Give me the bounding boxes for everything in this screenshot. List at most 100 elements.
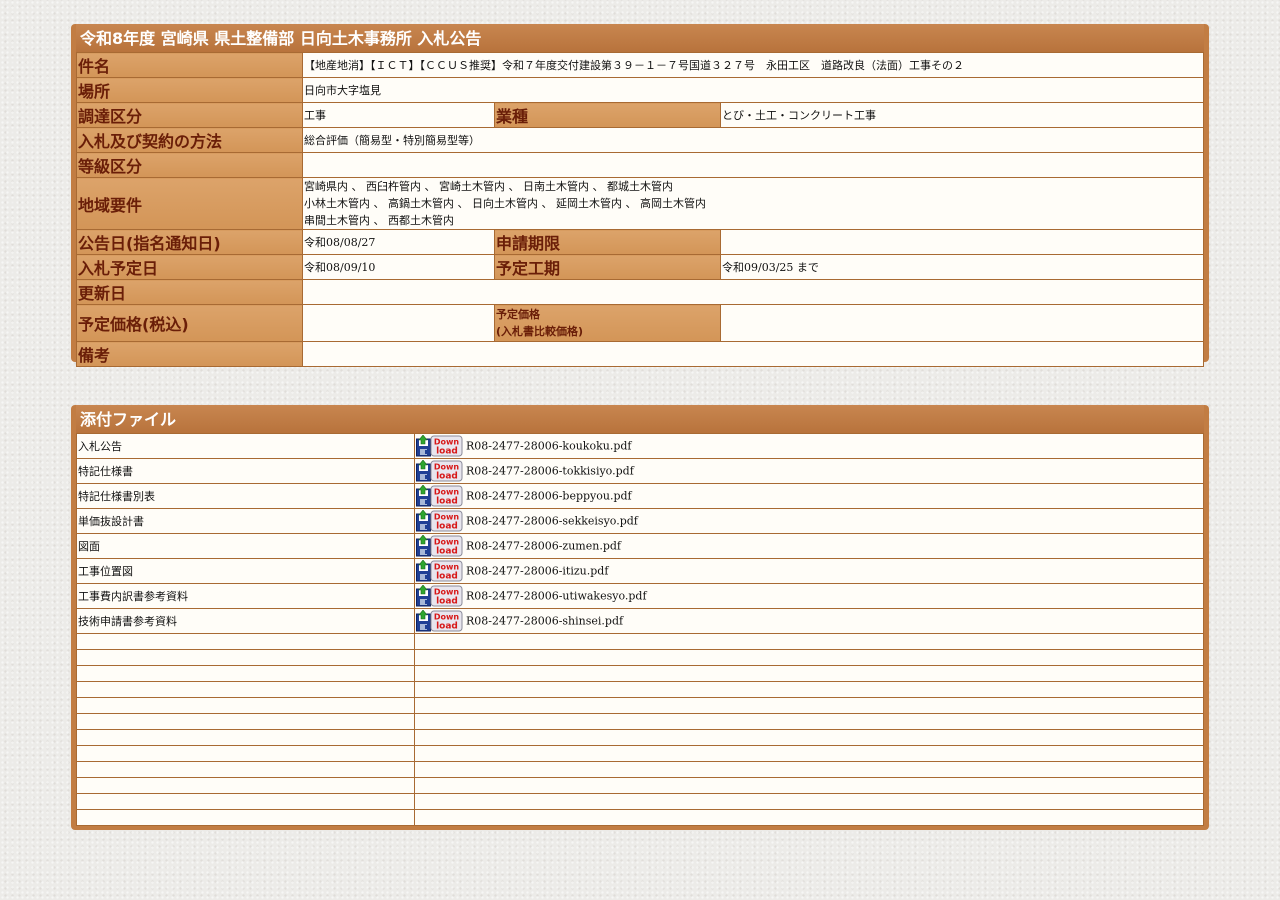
- label-construction-period: 予定工期: [494, 254, 721, 280]
- download-icon[interactable]: Down load: [416, 510, 463, 532]
- bid-notice-title: 令和8年度 宮崎県 県土整備部 日向土木事務所 入札公告: [76, 24, 1204, 52]
- attachment-row: 工事費内訳書参考資料 Down load R08-2477-28006-utiw…: [76, 583, 1204, 609]
- empty-attachment-row: [76, 697, 1204, 714]
- value-remarks: [302, 341, 1204, 367]
- download-icon-label-top: Down: [434, 588, 460, 597]
- download-icon-label-top: Down: [434, 488, 460, 497]
- empty-cell: [76, 697, 415, 714]
- attachment-description: 単価抜設計書: [76, 508, 415, 534]
- label-application-deadline: 申請期限: [494, 229, 721, 255]
- attachment-file-cell: Down load R08-2477-28006-tokkisiyo.pdf: [414, 458, 1204, 484]
- value-grade: [302, 152, 1204, 178]
- label-estimated-price-compare-line-1: 予定価格: [496, 308, 540, 321]
- value-category: 工事: [302, 102, 495, 128]
- attachment-file-cell: Down load R08-2477-28006-utiwakesyo.pdf: [414, 583, 1204, 609]
- attachment-file-link[interactable]: R08-2477-28006-itizu.pdf: [466, 565, 608, 578]
- attachment-file-link[interactable]: R08-2477-28006-shinsei.pdf: [466, 615, 623, 628]
- attachment-file-link[interactable]: R08-2477-28006-beppyou.pdf: [466, 490, 632, 503]
- label-grade: 等級区分: [76, 152, 303, 178]
- attachments-title: 添付ファイル: [76, 405, 1204, 433]
- row-name: 件名 【地産地消】【ＩＣＴ】【ＣＣＵＳ推奨】令和７年度交付建設第３９－１－７号国…: [76, 52, 1204, 78]
- download-icon[interactable]: Down load: [416, 585, 463, 607]
- attachments-table: 入札公告 Down load R08-2477-28006-koukoku.pd…: [76, 433, 1204, 826]
- empty-cell: [76, 777, 415, 794]
- download-icon-label-bottom: load: [436, 522, 458, 532]
- empty-cell: [76, 761, 415, 778]
- bid-notice-panel: 令和8年度 宮崎県 県土整備部 日向土木事務所 入札公告 件名 【地産地消】【Ｉ…: [71, 24, 1209, 367]
- empty-cell: [414, 649, 1204, 666]
- attachment-file-cell: Down load R08-2477-28006-sekkeisyo.pdf: [414, 508, 1204, 534]
- empty-cell: [76, 793, 415, 810]
- label-industry: 業種: [494, 102, 721, 128]
- attachment-file-link[interactable]: R08-2477-28006-utiwakesyo.pdf: [466, 590, 647, 603]
- attachment-file-cell: Down load R08-2477-28006-itizu.pdf: [414, 558, 1204, 584]
- download-icon[interactable]: Down load: [416, 460, 463, 482]
- download-icon[interactable]: Down load: [416, 435, 463, 457]
- download-icon-label-bottom: load: [436, 572, 458, 582]
- row-bid-date: 入札予定日 令和08/09/10 予定工期 令和09/03/25 まで: [76, 254, 1204, 280]
- row-estimated-price: 予定価格(税込) 予定価格 (入札書比較価格): [76, 304, 1204, 342]
- download-icon[interactable]: Down load: [416, 560, 463, 582]
- attachment-file-link[interactable]: R08-2477-28006-koukoku.pdf: [466, 440, 631, 453]
- row-region: 地域要件 宮崎県内 、 西臼杵管内 、 宮崎土木管内 、 日南土木管内 、 都城…: [76, 177, 1204, 230]
- value-region: 宮崎県内 、 西臼杵管内 、 宮崎土木管内 、 日南土木管内 、 都城土木管内 …: [302, 177, 1204, 230]
- attachment-description: 特記仕様書: [76, 458, 415, 484]
- empty-cell: [414, 745, 1204, 762]
- empty-cell: [76, 713, 415, 730]
- label-location: 場所: [76, 77, 303, 103]
- attachment-row: 工事位置図 Down load R08-2477-28006-itizu.pdf: [76, 558, 1204, 584]
- value-application-deadline: [720, 229, 1204, 255]
- empty-cell: [414, 809, 1204, 826]
- attachment-description: 工事費内訳書参考資料: [76, 583, 415, 609]
- row-announce-date: 公告日(指名通知日) 令和08/08/27 申請期限: [76, 229, 1204, 255]
- label-estimated-price: 予定価格(税込): [76, 304, 303, 342]
- value-construction-period: 令和09/03/25 まで: [720, 254, 1204, 280]
- empty-attachment-row: [76, 729, 1204, 746]
- label-bid-date: 入札予定日: [76, 254, 303, 280]
- label-region: 地域要件: [76, 177, 303, 230]
- value-bid-date: 令和08/09/10: [302, 254, 495, 280]
- download-icon-label-bottom: load: [436, 447, 458, 457]
- download-icon-label-bottom: load: [436, 597, 458, 607]
- download-icon[interactable]: Down load: [416, 610, 463, 632]
- attachment-row: 入札公告 Down load R08-2477-28006-koukoku.pd…: [76, 433, 1204, 459]
- empty-attachment-row: [76, 649, 1204, 666]
- empty-cell: [414, 761, 1204, 778]
- empty-cell: [414, 681, 1204, 698]
- value-name: 【地産地消】【ＩＣＴ】【ＣＣＵＳ推奨】令和７年度交付建設第３９－１－７号国道３２…: [302, 52, 1204, 78]
- empty-cell: [76, 729, 415, 746]
- label-announce-date: 公告日(指名通知日): [76, 229, 303, 255]
- empty-cell: [76, 649, 415, 666]
- row-remarks: 備考: [76, 341, 1204, 367]
- attachment-row: 特記仕様書 Down load R08-2477-28006-tokkisiyo…: [76, 458, 1204, 484]
- download-icon[interactable]: Down load: [416, 485, 463, 507]
- attachment-row: 単価抜設計書 Down load R08-2477-28006-sekkeisy…: [76, 508, 1204, 534]
- download-icon-label-bottom: load: [436, 547, 458, 557]
- row-location: 場所 日向市大字塩見: [76, 77, 1204, 103]
- label-estimated-price-compare-line-2: (入札書比較価格): [496, 325, 584, 338]
- empty-attachment-row: [76, 633, 1204, 650]
- value-location: 日向市大字塩見: [302, 77, 1204, 103]
- value-updated: [302, 279, 1204, 305]
- attachment-file-link[interactable]: R08-2477-28006-zumen.pdf: [466, 540, 621, 553]
- download-icon-label-top: Down: [434, 563, 460, 572]
- download-icon-label-bottom: load: [436, 497, 458, 507]
- attachment-row: 図面 Down load R08-2477-28006-zumen.pdf: [76, 533, 1204, 559]
- empty-attachment-row: [76, 745, 1204, 762]
- attachment-description: 技術申請書参考資料: [76, 608, 415, 634]
- download-icon-label-top: Down: [434, 538, 460, 547]
- attachment-file-link[interactable]: R08-2477-28006-sekkeisyo.pdf: [466, 515, 638, 528]
- empty-cell: [76, 745, 415, 762]
- download-icon[interactable]: Down load: [416, 535, 463, 557]
- download-icon-label-top: Down: [434, 463, 460, 472]
- bid-notice-table: 件名 【地産地消】【ＩＣＴ】【ＣＣＵＳ推奨】令和７年度交付建設第３９－１－７号国…: [76, 52, 1204, 367]
- attachment-description: 工事位置図: [76, 558, 415, 584]
- row-updated: 更新日: [76, 279, 1204, 305]
- empty-cell: [76, 633, 415, 650]
- attachment-file-link[interactable]: R08-2477-28006-tokkisiyo.pdf: [466, 465, 634, 478]
- attachment-description: 入札公告: [76, 433, 415, 459]
- empty-attachment-row: [76, 713, 1204, 730]
- empty-attachment-row: [76, 665, 1204, 682]
- empty-cell: [414, 665, 1204, 682]
- download-icon-label-top: Down: [434, 438, 460, 447]
